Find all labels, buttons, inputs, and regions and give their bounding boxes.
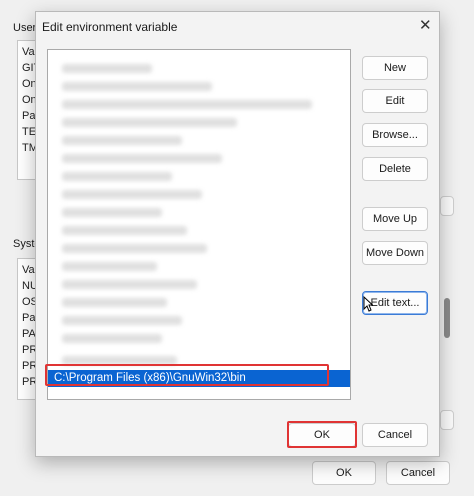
ok-button-highlight-box bbox=[287, 421, 357, 448]
blurred-entry bbox=[62, 82, 212, 91]
blurred-entry bbox=[62, 136, 182, 145]
blurred-entry bbox=[62, 244, 207, 253]
close-icon[interactable]: ✕ bbox=[419, 18, 432, 33]
list-item[interactable]: Va bbox=[22, 46, 35, 58]
blurred-entry bbox=[62, 118, 237, 127]
system-list-scrollbar[interactable] bbox=[444, 298, 450, 338]
dialog-title: Edit environment variable bbox=[42, 20, 178, 34]
system-delete-button-edge[interactable] bbox=[440, 410, 454, 430]
blurred-entry bbox=[62, 334, 162, 343]
blurred-entry bbox=[62, 100, 312, 109]
path-entries-list[interactable]: C:\Program Files (x86)\GnuWin32\bin bbox=[47, 49, 351, 400]
blurred-entry bbox=[62, 226, 187, 235]
parent-cancel-button[interactable]: Cancel bbox=[386, 461, 450, 485]
edit-environment-variable-dialog: Edit environment variable ✕ C:\Program F… bbox=[35, 11, 440, 457]
blurred-entry bbox=[62, 154, 222, 163]
browse-button[interactable]: Browse... bbox=[362, 123, 428, 147]
new-button[interactable]: New bbox=[362, 56, 428, 80]
edit-button[interactable]: Edit bbox=[362, 89, 428, 113]
blurred-entry bbox=[62, 172, 172, 181]
selected-entry-highlight-box bbox=[45, 364, 329, 386]
delete-button[interactable]: Delete bbox=[362, 157, 428, 181]
blurred-entry bbox=[62, 280, 197, 289]
blurred-entry bbox=[62, 298, 167, 307]
list-item[interactable]: PA bbox=[22, 328, 36, 340]
parent-ok-button[interactable]: OK bbox=[312, 461, 376, 485]
blurred-entry bbox=[62, 208, 162, 217]
move-up-button[interactable]: Move Up bbox=[362, 207, 428, 231]
user-variables-label: User bbox=[13, 22, 37, 34]
mouse-pointer-icon bbox=[363, 296, 373, 312]
blurred-entry bbox=[62, 190, 202, 199]
cancel-button[interactable]: Cancel bbox=[362, 423, 428, 447]
user-delete-button-edge[interactable] bbox=[440, 196, 454, 216]
list-item[interactable]: Va bbox=[22, 264, 35, 276]
blurred-entry bbox=[62, 64, 152, 73]
blurred-entry bbox=[62, 262, 157, 271]
move-down-button[interactable]: Move Down bbox=[362, 241, 428, 265]
blurred-entry bbox=[62, 316, 182, 325]
